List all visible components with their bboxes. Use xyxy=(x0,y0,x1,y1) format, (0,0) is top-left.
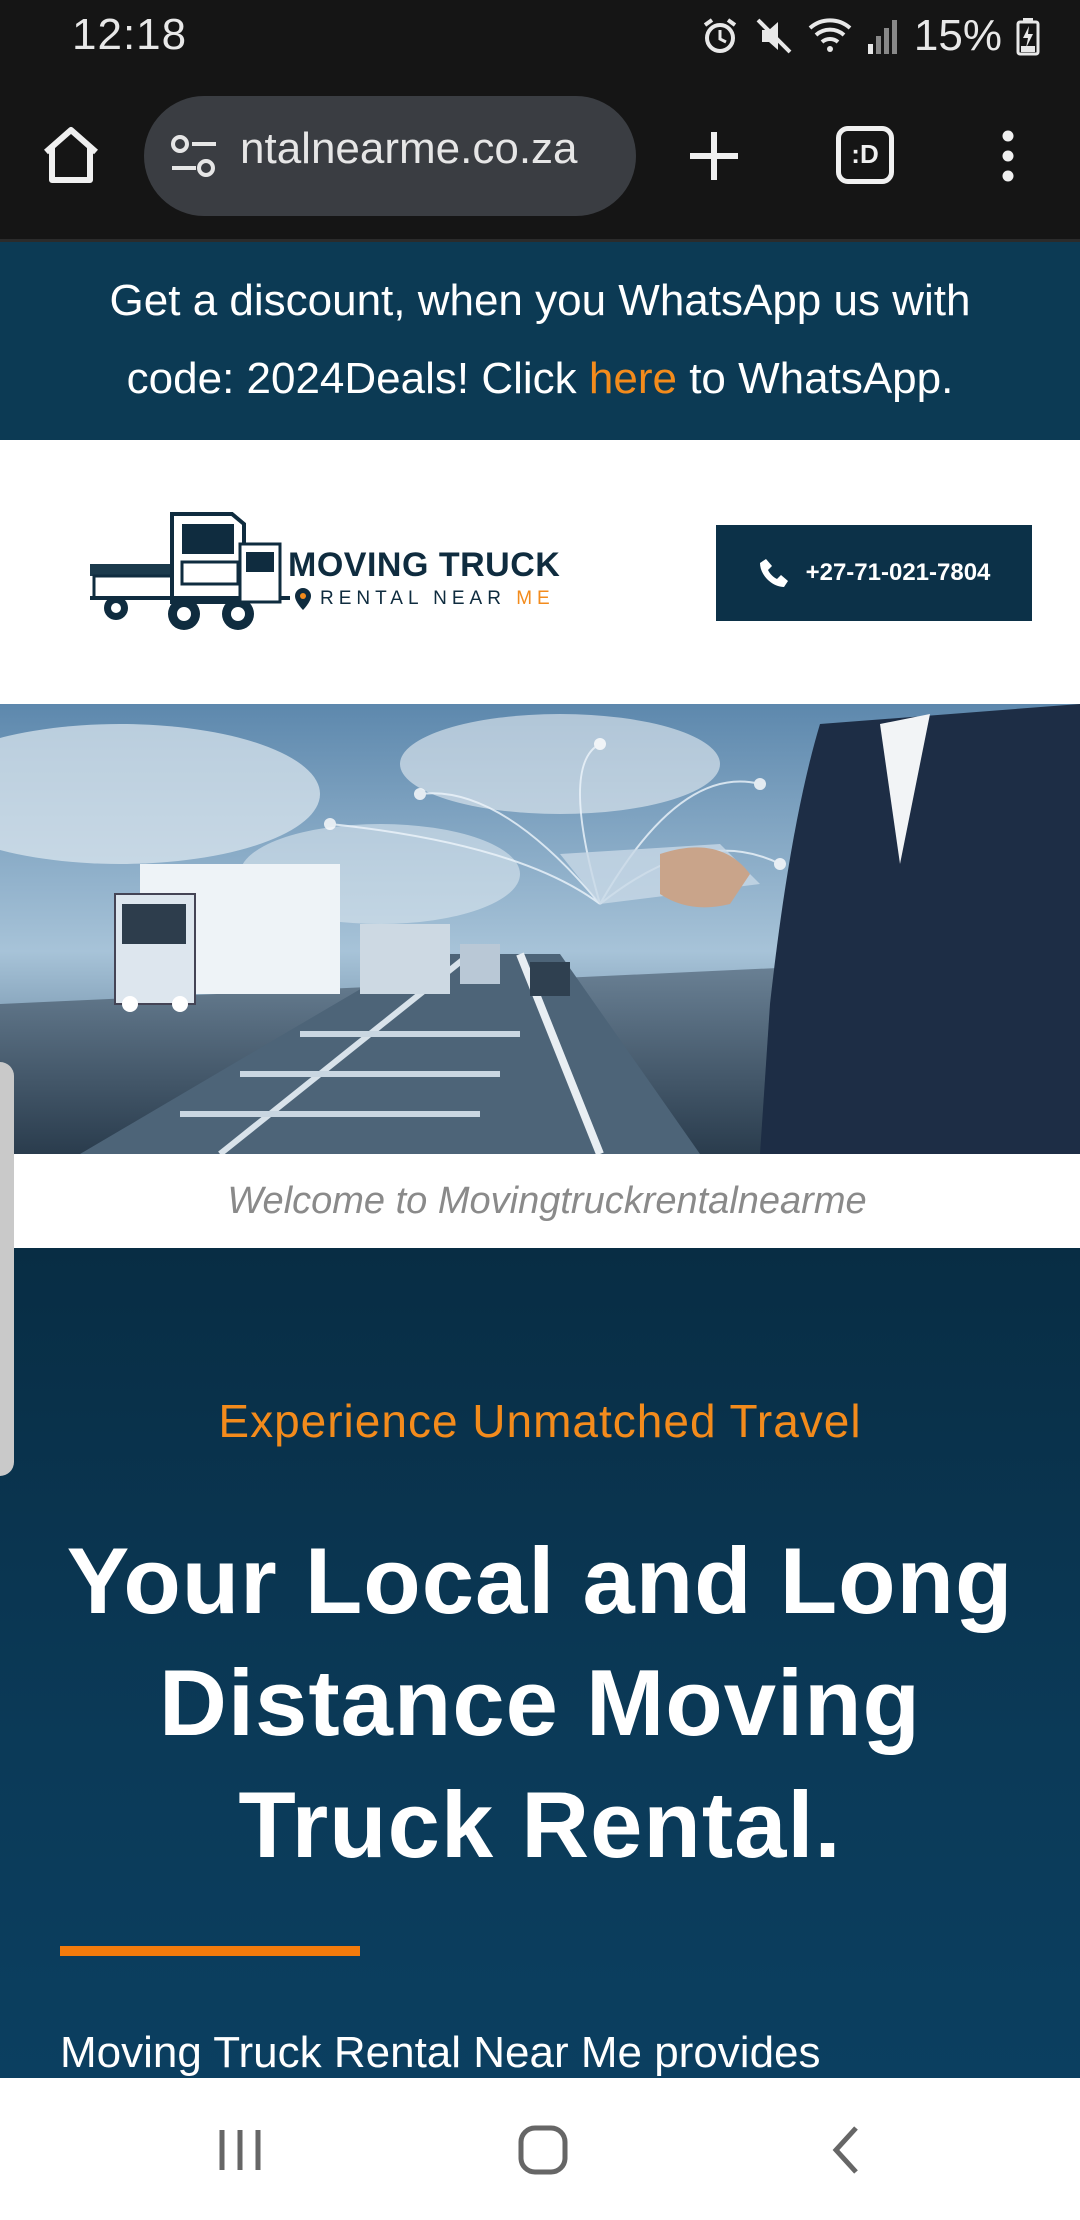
phone-number: +27-71-021-7804 xyxy=(805,559,991,586)
promo-banner: Get a discount, when you WhatsApp us wit… xyxy=(0,242,1080,440)
home-icon[interactable] xyxy=(38,122,104,188)
hero-caption: Welcome to Movingtruckrentalnearme xyxy=(227,1180,867,1222)
status-icons: 15% xyxy=(700,10,1040,62)
truck-logo-icon xyxy=(90,512,290,630)
accent-divider xyxy=(60,1946,360,1956)
new-tab-icon[interactable] xyxy=(688,130,740,182)
tabs-icon-label: :D xyxy=(851,139,879,169)
hero-illustration xyxy=(0,704,1080,1154)
call-button[interactable]: +27-71-021-7804 xyxy=(716,525,1032,621)
promo-text-after: to WhatsApp. xyxy=(676,354,954,403)
promo-text-before: code: 2024Deals! Click xyxy=(126,354,589,403)
system-nav-bar xyxy=(0,2078,1080,2220)
home-button-icon[interactable] xyxy=(503,2118,583,2182)
headline-line-2: Distance Moving xyxy=(159,1650,921,1755)
section-headline: Your Local and Long Distance Moving Truc… xyxy=(60,1520,1020,1886)
logo-sub-accent: ME xyxy=(516,588,555,609)
logo-subtitle: RENTAL NEAR ME xyxy=(320,588,555,610)
logo-sub-text: RENTAL NEAR xyxy=(320,588,517,609)
back-icon[interactable] xyxy=(806,2118,886,2182)
status-bar: 12:18 15% xyxy=(0,0,1080,72)
main-section: Experience Unmatched Travel Your Local a… xyxy=(0,1248,1080,2078)
battery-percent: 15% xyxy=(913,11,1002,60)
battery-icon xyxy=(1016,18,1040,56)
site-header: MOVING TRUCK RENTAL NEAR ME +27-71-021-7… xyxy=(0,440,1080,704)
whatsapp-link[interactable]: here xyxy=(589,354,677,403)
url-text[interactable]: ntalnearme.co.za xyxy=(240,124,578,174)
site-settings-icon[interactable] xyxy=(168,132,220,180)
promo-line-2: code: 2024Deals! Click here to WhatsApp. xyxy=(0,340,1080,418)
status-time: 12:18 xyxy=(72,10,188,59)
headline-line-1: Your Local and Long xyxy=(66,1528,1014,1633)
headline-line-3: Truck Rental. xyxy=(238,1772,842,1877)
signal-icon xyxy=(867,20,897,54)
mute-icon xyxy=(756,18,792,54)
logo-title: MOVING TRUCK xyxy=(288,546,561,584)
menu-icon[interactable] xyxy=(986,128,1030,184)
browser-toolbar: ntalnearme.co.za :D xyxy=(0,72,1080,242)
site-logo[interactable]: MOVING TRUCK RENTAL NEAR ME xyxy=(90,502,560,642)
location-pin-icon xyxy=(295,588,311,610)
hero-caption-strip: Welcome to Movingtruckrentalnearme xyxy=(0,1154,1080,1248)
alarm-icon xyxy=(703,18,737,53)
section-eyebrow: Experience Unmatched Travel xyxy=(218,1395,862,1447)
tabs-icon[interactable]: :D xyxy=(836,126,894,184)
address-bar[interactable]: ntalnearme.co.za xyxy=(144,96,636,216)
hero-image xyxy=(0,704,1080,1154)
recent-apps-icon[interactable] xyxy=(200,2118,280,2182)
section-body-text: Moving Truck Rental Near Me provides xyxy=(60,2028,821,2077)
side-scroll-handle[interactable] xyxy=(0,1062,14,1476)
wifi-icon xyxy=(808,18,852,52)
phone-icon xyxy=(759,559,788,587)
promo-line-1: Get a discount, when you WhatsApp us wit… xyxy=(109,276,971,325)
